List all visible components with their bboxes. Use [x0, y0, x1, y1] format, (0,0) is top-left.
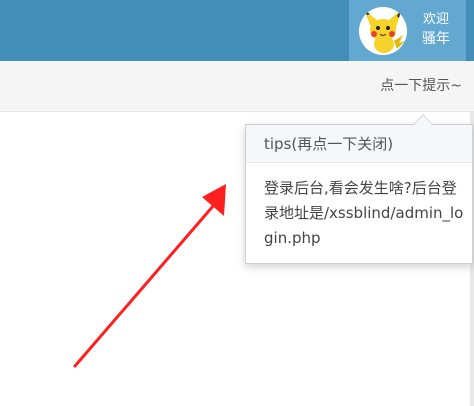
user-menu[interactable]: 欢迎 骚年 — [349, 0, 466, 61]
tips-popover: tips(再点一下关闭) 登录后台,看会发生啥?后台登录地址是/xssblind… — [245, 114, 473, 264]
popover-arrow-fill — [414, 115, 432, 125]
welcome-text: 欢迎 — [423, 12, 450, 27]
popover-content: 登录后台,看会发生啥?后台登录地址是/xssblind/admin_login.… — [264, 179, 464, 247]
page: 欢迎 骚年 点一下提示~ tips(再点一下关闭) 登录后台,看会发生啥?后台登… — [0, 0, 474, 406]
top-navbar: 欢迎 骚年 — [0, 0, 474, 61]
username: 骚年 — [422, 31, 450, 47]
hint-link[interactable]: 点一下提示~ — [380, 78, 462, 94]
breadcrumb-bar: 点一下提示~ — [0, 61, 474, 112]
user-avatar — [359, 7, 407, 55]
pikachu-avatar-icon — [359, 7, 407, 55]
popover-title[interactable]: tips(再点一下关闭) — [246, 125, 472, 163]
